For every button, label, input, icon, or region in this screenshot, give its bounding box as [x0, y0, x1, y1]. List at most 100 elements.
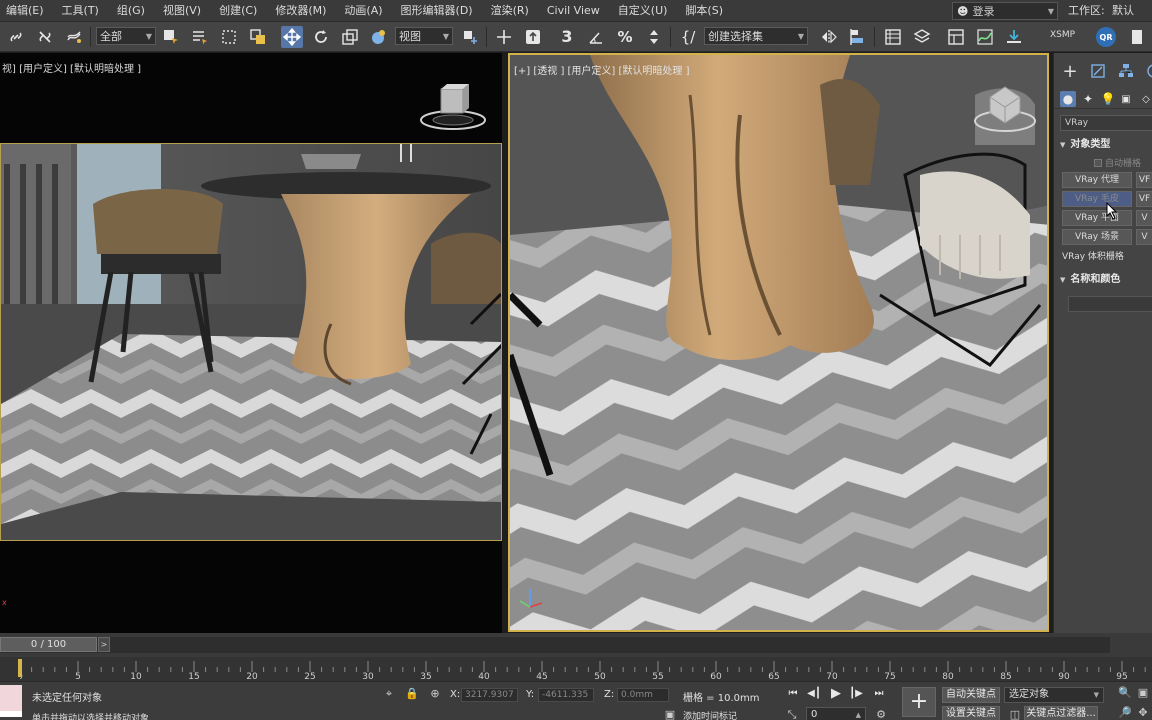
- angle-snap-icon[interactable]: [585, 26, 607, 48]
- viewport-right-label[interactable]: [+] [透视 ] [用户定义] [默认明暗处理 ]: [514, 62, 689, 77]
- set-key-button[interactable]: 设置关键点: [942, 706, 1000, 720]
- menu-tools[interactable]: 工具(T): [53, 0, 108, 22]
- zoom-icon[interactable]: 🔍: [1118, 686, 1132, 700]
- edit-named-sets-icon[interactable]: {/: [677, 26, 699, 48]
- zoom-all-icon[interactable]: 🔎: [1118, 706, 1132, 720]
- snap-3d-icon[interactable]: 3: [556, 26, 578, 48]
- menu-group[interactable]: 组(G): [108, 0, 154, 22]
- vray-proxy-button[interactable]: VRay 代理: [1062, 172, 1132, 188]
- viewport-left-scene[interactable]: [0, 143, 502, 541]
- selected-objects-dropdown[interactable]: 选定对象 ▼: [1004, 687, 1104, 703]
- spinner-snap-icon[interactable]: [643, 26, 665, 48]
- create-tab-icon[interactable]: +: [1060, 61, 1080, 82]
- z-coordinate-field[interactable]: 0.0mm: [617, 688, 669, 702]
- add-time-tag[interactable]: 添加时间标记: [683, 709, 737, 720]
- object-name-field[interactable]: [1068, 296, 1152, 312]
- lights-icon[interactable]: 💡: [1100, 91, 1116, 107]
- selection-filter-dropdown[interactable]: 全部 ▼: [96, 27, 156, 45]
- modify-tab-icon[interactable]: [1088, 61, 1108, 81]
- vray-volume-grid-button[interactable]: VRay 体积栅格: [1062, 249, 1124, 262]
- viewcube-icon[interactable]: [970, 83, 1040, 135]
- toggle-ribbon-icon[interactable]: [945, 26, 967, 48]
- bind-spacewarp-icon[interactable]: [63, 26, 85, 48]
- isolate-selection-icon[interactable]: ⌖: [382, 687, 396, 701]
- curve-editor-icon[interactable]: [974, 26, 996, 48]
- absolute-mode-icon[interactable]: ⊕: [428, 687, 442, 701]
- scene-explorer-icon[interactable]: [882, 26, 904, 48]
- percent-snap-icon[interactable]: %: [614, 26, 636, 48]
- cameras-icon[interactable]: ▣: [1118, 91, 1134, 107]
- vray-button-partial[interactable]: V: [1136, 229, 1152, 245]
- time-configuration-icon[interactable]: ⚙: [874, 708, 888, 720]
- time-slider-handle[interactable]: 0 / 100: [0, 637, 97, 652]
- place-icon[interactable]: [367, 26, 389, 48]
- menu-graph-editors[interactable]: 图形编辑器(D): [392, 0, 482, 22]
- key-filters-button[interactable]: 关键点过滤器...: [1024, 706, 1098, 720]
- go-to-start-icon[interactable]: ⏮: [785, 687, 801, 701]
- menu-edit[interactable]: 编辑(E): [0, 0, 53, 22]
- vray-plane-button[interactable]: VRay 平面: [1062, 210, 1132, 226]
- maxscript-listener[interactable]: [0, 685, 22, 717]
- autogrid-checkbox[interactable]: 自动栅格: [1094, 156, 1141, 169]
- object-category-dropdown[interactable]: VRay: [1060, 115, 1152, 131]
- vray-button-partial[interactable]: V: [1136, 210, 1152, 226]
- vray-fur-button[interactable]: VRay 毛皮: [1062, 191, 1132, 207]
- auto-key-button[interactable]: 自动关键点: [942, 687, 1000, 703]
- menu-customize[interactable]: 自定义(U): [609, 0, 677, 22]
- next-frame-icon[interactable]: ┃▶: [848, 687, 864, 701]
- unlink-icon[interactable]: [34, 26, 56, 48]
- menu-rendering[interactable]: 渲染(R): [482, 0, 538, 22]
- geometry-icon[interactable]: ●: [1060, 91, 1076, 107]
- layer-explorer-icon[interactable]: [911, 26, 933, 48]
- vray-button-partial[interactable]: VF: [1136, 172, 1152, 188]
- copy-icon[interactable]: [1126, 26, 1148, 48]
- viewport-left-label[interactable]: 视] [用户定义] [默认明暗处理 ]: [2, 60, 141, 75]
- time-slider-next-icon[interactable]: >: [98, 637, 110, 652]
- viewport-left[interactable]: 视] [用户定义] [默认明暗处理 ] x: [0, 53, 502, 633]
- scale-icon[interactable]: [339, 26, 361, 48]
- reference-coordinate-dropdown[interactable]: 视图 ▼: [395, 27, 453, 45]
- pivot-icon[interactable]: [459, 26, 481, 48]
- link-icon[interactable]: [5, 26, 27, 48]
- menu-modifiers[interactable]: 修改器(M): [266, 0, 335, 22]
- window-crossing-icon[interactable]: [247, 26, 269, 48]
- current-frame-field[interactable]: 0 ▲: [806, 707, 866, 720]
- rect-region-icon[interactable]: [218, 26, 240, 48]
- pan-icon[interactable]: ✥: [1136, 706, 1150, 720]
- select-manipulate-icon[interactable]: [493, 26, 515, 48]
- menu-create[interactable]: 创建(C): [210, 0, 266, 22]
- helpers-icon[interactable]: ◇: [1138, 91, 1152, 107]
- viewport-right-perspective[interactable]: [+] [透视 ] [用户定义] [默认明暗处理 ]: [508, 53, 1049, 632]
- menu-scripting[interactable]: 脚本(S): [676, 0, 732, 22]
- align-icon[interactable]: [847, 26, 869, 48]
- select-by-name-icon[interactable]: [189, 26, 211, 48]
- zoom-extents-icon[interactable]: ▣: [1136, 686, 1150, 700]
- key-mode-icon[interactable]: ⤡: [785, 708, 799, 720]
- xsmp-label[interactable]: XSMP: [1050, 30, 1075, 40]
- menu-animation[interactable]: 动画(A): [335, 0, 391, 22]
- previous-frame-icon[interactable]: ◀┃: [806, 687, 822, 701]
- keyboard-shortcut-icon[interactable]: [522, 26, 544, 48]
- menu-civil-view[interactable]: Civil View: [538, 0, 609, 22]
- vray-scene-button[interactable]: VRay 场景: [1062, 229, 1132, 245]
- workspace-dropdown[interactable]: 默认: [1112, 0, 1134, 22]
- rotate-icon[interactable]: [310, 26, 332, 48]
- go-to-end-icon[interactable]: ⏭: [871, 687, 887, 701]
- viewcube-icon[interactable]: [418, 83, 488, 135]
- selection-lock-icon[interactable]: 🔒: [405, 687, 419, 701]
- x-coordinate-field[interactable]: 3217.9307: [461, 688, 518, 702]
- move-icon[interactable]: [281, 26, 303, 48]
- hierarchy-tab-icon[interactable]: [1116, 61, 1136, 81]
- time-slider-track[interactable]: [0, 637, 1110, 653]
- current-frame-marker[interactable]: [18, 659, 22, 677]
- motion-tab-icon[interactable]: [1142, 61, 1152, 81]
- y-coordinate-field[interactable]: -4611.335: [538, 688, 594, 702]
- menu-views[interactable]: 视图(V): [154, 0, 210, 22]
- vray-button-partial[interactable]: VF: [1136, 191, 1152, 207]
- named-selection-set-dropdown[interactable]: 创建选择集 ▼: [704, 27, 808, 45]
- login-dropdown[interactable]: ☻ 登录 ▼: [952, 2, 1058, 20]
- render-setup-icon[interactable]: [1003, 26, 1025, 48]
- mirror-icon[interactable]: [818, 26, 840, 48]
- play-icon[interactable]: ▶: [828, 687, 844, 701]
- timeline-ruler[interactable]: 05101520253035404550556065707580859095: [20, 657, 1148, 681]
